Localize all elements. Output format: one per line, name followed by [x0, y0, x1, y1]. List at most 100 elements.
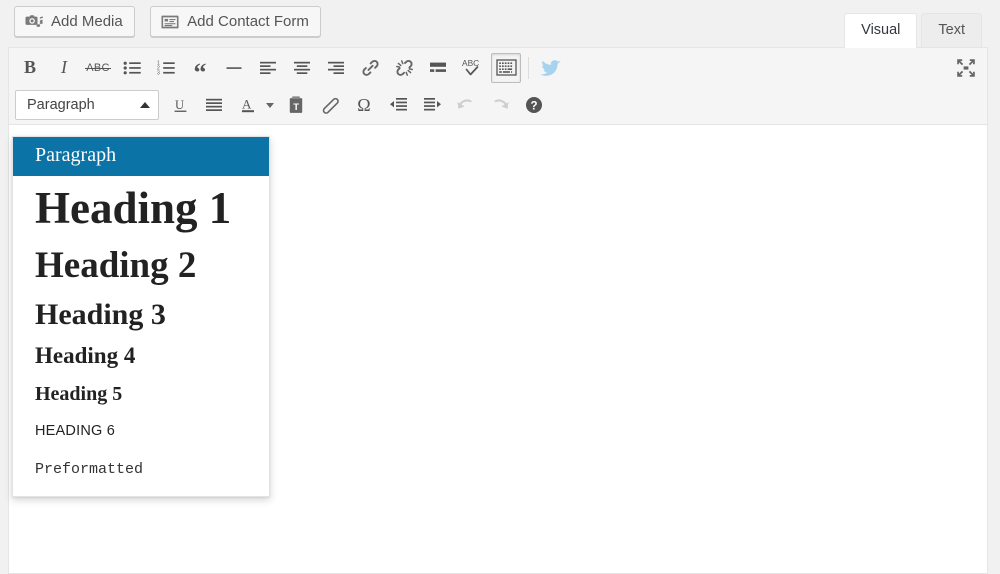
add-contact-form-label: Add Contact Form	[187, 12, 309, 30]
help-circle-icon: ?	[526, 97, 542, 113]
underline-icon: U	[174, 98, 186, 112]
horizontal-rule-button[interactable]	[219, 53, 249, 83]
redo-icon	[494, 99, 509, 109]
format-option-heading-2-label: Heading 2	[35, 245, 197, 287]
undo-button[interactable]	[451, 90, 481, 120]
svg-text:?: ?	[530, 100, 537, 112]
format-option-heading-3[interactable]: Heading 3	[13, 292, 269, 337]
form-list-icon	[160, 12, 180, 32]
format-option-heading-5-label: Heading 5	[35, 383, 123, 406]
bold-button[interactable]: B	[15, 53, 45, 83]
strikethrough-icon: ABC	[85, 61, 111, 74]
numbered-list-button[interactable]: 1 2 3	[151, 53, 181, 83]
bulleted-list-button[interactable]	[117, 53, 147, 83]
format-option-heading-1[interactable]: Heading 1	[13, 176, 269, 239]
spellcheck-icon: ABC	[462, 58, 479, 76]
align-right-button[interactable]	[321, 53, 351, 83]
unlink-icon	[395, 59, 413, 76]
paste-text-icon: T	[289, 96, 303, 113]
text-color-group: A	[231, 90, 279, 120]
editor-toolbar: B I ABC 1 2 3 “ ABC Paragraph U A T Ω ?	[9, 48, 987, 125]
insert-link-button[interactable]	[355, 53, 385, 83]
toolbar-separator	[528, 56, 529, 79]
twitter-button[interactable]	[536, 53, 566, 83]
numbered-list-icon: 1 2 3	[157, 60, 175, 76]
align-center-button[interactable]	[287, 53, 317, 83]
unlink-button[interactable]	[389, 53, 419, 83]
align-justify-icon	[206, 98, 222, 111]
format-option-heading-5[interactable]: Heading 5	[13, 375, 269, 412]
format-select-button[interactable]: Paragraph	[15, 90, 159, 120]
add-contact-form-button[interactable]: Add Contact Form	[150, 6, 321, 37]
chevron-up-icon	[140, 102, 150, 108]
read-more-icon	[430, 62, 446, 72]
align-right-icon	[328, 61, 344, 74]
format-option-heading-6[interactable]: HEADING 6	[13, 412, 269, 449]
align-left-icon	[260, 61, 276, 74]
align-center-icon	[294, 61, 310, 74]
chevron-down-icon[interactable]	[266, 102, 274, 108]
italic-button[interactable]: I	[49, 53, 79, 83]
format-option-heading-3-label: Heading 3	[35, 298, 166, 332]
paste-as-text-button[interactable]: T	[281, 90, 311, 120]
format-option-paragraph-label: Paragraph	[35, 144, 117, 166]
distraction-free-icon	[957, 58, 975, 77]
tab-text-label: Text	[938, 22, 965, 38]
redo-button[interactable]	[485, 90, 515, 120]
omega-icon: Ω	[357, 94, 371, 115]
text-color-button[interactable]: A	[233, 90, 263, 120]
format-select-value: Paragraph	[27, 97, 95, 113]
svg-text:A: A	[242, 97, 252, 112]
underline-button[interactable]: U	[165, 90, 195, 120]
align-left-button[interactable]	[253, 53, 283, 83]
format-dropdown-menu: Paragraph Heading 1 Heading 2 Heading 3 …	[12, 136, 270, 497]
strikethrough-button[interactable]: ABC	[83, 53, 113, 83]
format-option-preformatted[interactable]: Preformatted	[13, 450, 269, 486]
outdent-button[interactable]	[383, 90, 413, 120]
toolbar-toggle-button[interactable]	[491, 52, 521, 83]
svg-text:ABC: ABC	[462, 58, 479, 68]
twitter-bird-icon	[540, 59, 561, 76]
format-option-heading-6-label: HEADING 6	[35, 423, 115, 440]
special-character-button[interactable]: Ω	[349, 90, 379, 120]
indent-icon	[423, 98, 441, 111]
keyboard-toolbar-icon	[495, 59, 517, 76]
toolbar-row-2: Paragraph U A T Ω ?	[9, 86, 987, 124]
tab-text[interactable]: Text	[921, 13, 982, 47]
help-button[interactable]: ?	[519, 90, 549, 120]
format-option-paragraph[interactable]: Paragraph	[13, 137, 269, 176]
eraser-icon	[322, 97, 339, 114]
svg-text:3: 3	[157, 70, 160, 75]
editor-mode-tabs: Visual Text	[844, 13, 982, 48]
read-more-button[interactable]	[423, 53, 453, 83]
fullscreen-button[interactable]	[951, 53, 981, 83]
blockquote-button[interactable]: “	[185, 53, 215, 85]
link-icon	[361, 59, 379, 76]
format-option-heading-2[interactable]: Heading 2	[13, 239, 269, 292]
format-option-heading-4-label: Heading 4	[35, 343, 136, 369]
format-option-heading-4[interactable]: Heading 4	[13, 337, 269, 375]
svg-text:T: T	[293, 102, 299, 113]
italic-icon: I	[61, 57, 67, 77]
clear-formatting-button[interactable]	[315, 90, 345, 120]
tab-visual[interactable]: Visual	[844, 13, 918, 48]
tab-visual-label: Visual	[861, 22, 901, 38]
add-media-button[interactable]: Add Media	[14, 6, 135, 37]
horizontal-rule-icon	[226, 66, 242, 69]
outdent-icon	[389, 98, 407, 111]
toolbar-row-1: B I ABC 1 2 3 “ ABC	[9, 48, 987, 86]
wordpress-post-editor: Add Media Add Contact Form Visual Text B…	[0, 0, 1000, 574]
undo-icon	[457, 99, 472, 109]
svg-text:U: U	[175, 98, 184, 112]
media-buttons-bar: Add Media Add Contact Form Visual Text	[8, 0, 988, 48]
spellcheck-button[interactable]: ABC	[457, 53, 487, 83]
indent-button[interactable]	[417, 90, 447, 120]
bullet-list-icon	[123, 61, 141, 74]
format-option-preformatted-label: Preformatted	[35, 460, 144, 478]
camera-music-icon	[24, 12, 44, 32]
bold-icon: B	[23, 57, 36, 77]
add-media-label: Add Media	[51, 12, 123, 30]
text-color-icon: A	[241, 97, 254, 113]
format-option-heading-1-label: Heading 1	[35, 183, 232, 233]
justify-button[interactable]	[199, 90, 229, 120]
